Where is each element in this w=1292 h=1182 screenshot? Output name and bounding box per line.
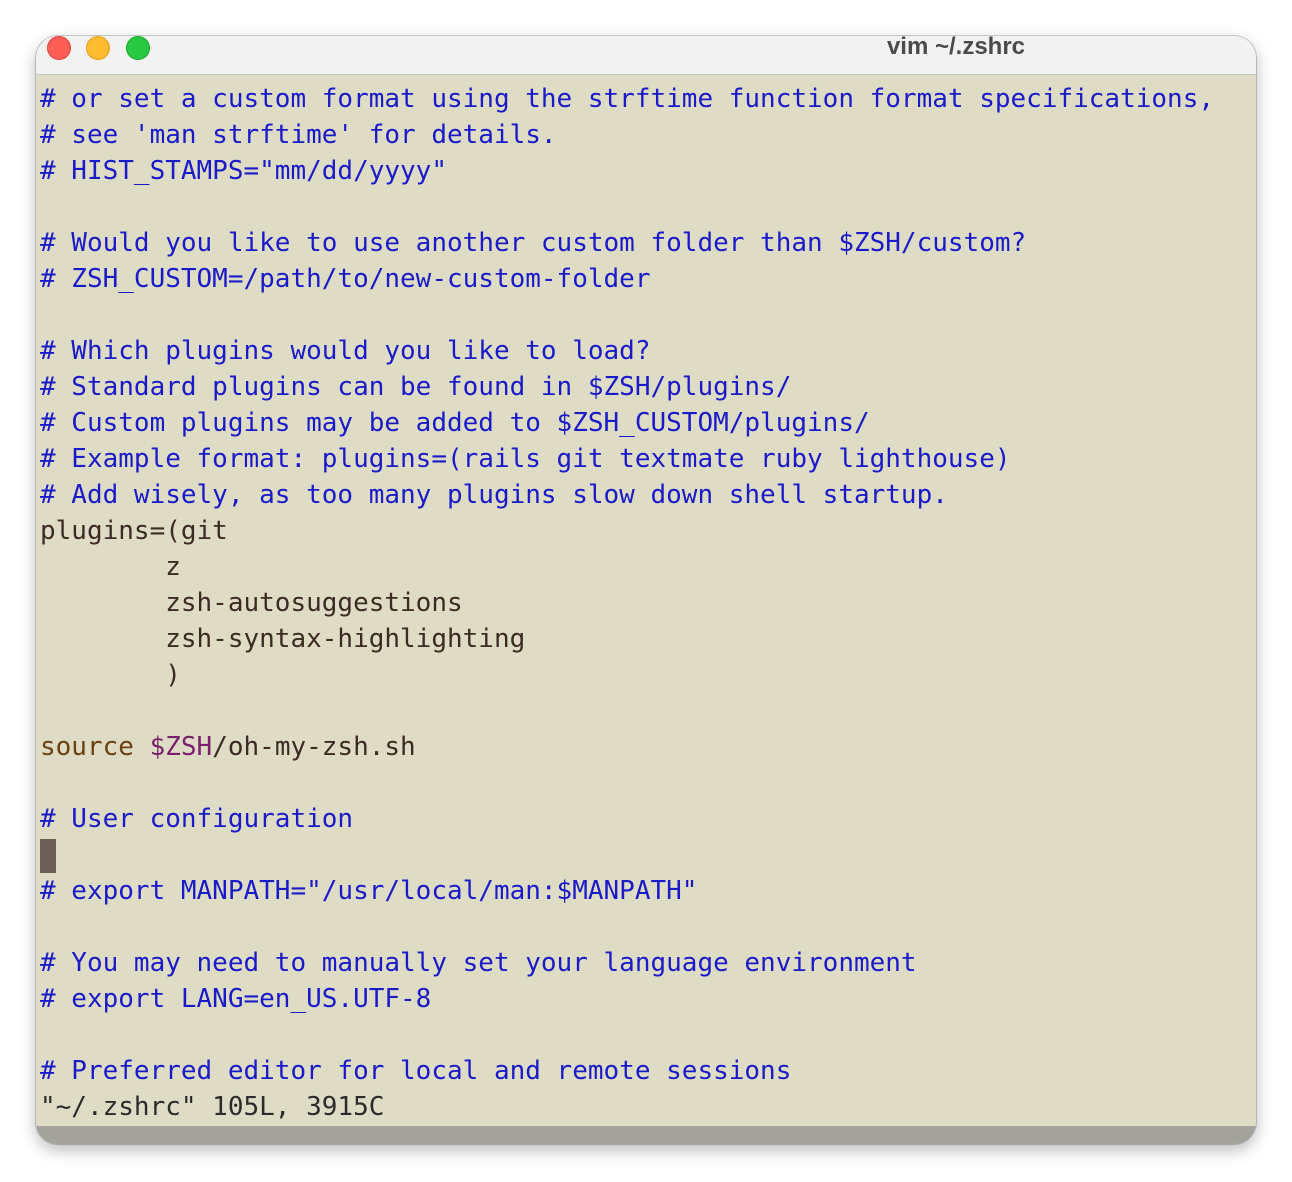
code-line-26: # export LANG=en_US.UTF-8 [40,984,432,1014]
code-line-1: # or set a custom format using the strft… [40,84,1214,114]
code-line-13: plugins=(git [40,516,228,546]
code-line-12: # Add wisely, as too many plugins slow d… [40,480,948,510]
close-window-button[interactable] [47,36,71,60]
vim-editor-buffer[interactable]: # or set a custom format using the strft… [40,81,1252,1125]
code-line-14: z [40,552,181,582]
text-cursor [40,839,56,873]
code-line-21: # User configuration [40,804,354,834]
code-line-3: # HIST_STAMPS="mm/dd/yyyy" [40,156,447,186]
code-line-19: source $ZSH/oh-my-zsh.sh [40,729,1252,765]
code-line-9: # Standard plugins can be found in $ZSH/… [40,372,792,402]
terminal-window: vim ~/.zshrc # or set a custom format us… [36,36,1256,1144]
code-line-25: # You may need to manually set your lang… [40,948,917,978]
code-line-2: # see 'man strftime' for details. [40,120,557,150]
code-line-10: # Custom plugins may be added to $ZSH_CU… [40,408,870,438]
source-keyword: source [40,732,134,762]
code-line-22 [40,837,1252,873]
vim-status-line: "~/.zshrc" 105L, 3915C [40,1092,385,1122]
title-bar: vim ~/.zshrc [36,36,1256,75]
code-line-17: ) [40,660,181,690]
zsh-variable: $ZSH [149,732,213,762]
code-line-28: # Preferred editor for local and remote … [40,1056,792,1086]
source-path: /oh-my-zsh.sh [212,732,416,762]
code-line-23: # export MANPATH="/usr/local/man:$MANPAT… [40,876,698,906]
window-bottom-edge [36,1126,1256,1144]
code-line-11: # Example format: plugins=(rails git tex… [40,444,1011,474]
minimize-window-button[interactable] [86,36,110,60]
source-space [134,732,150,762]
code-line-15: zsh-autosuggestions [40,588,463,618]
code-line-5: # Would you like to use another custom f… [40,228,1027,258]
window-title: vim ~/.zshrc [886,36,1026,60]
zoom-window-button[interactable] [126,36,150,60]
code-line-8: # Which plugins would you like to load? [40,336,651,366]
code-line-16: zsh-syntax-highlighting [40,624,526,654]
code-line-6: # ZSH_CUSTOM=/path/to/new-custom-folder [40,264,651,294]
